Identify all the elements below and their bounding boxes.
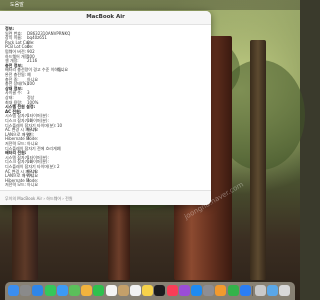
numbers-icon[interactable] [227, 285, 239, 296]
maps-icon[interactable] [69, 285, 80, 296]
report-row-value: 2116 [27, 58, 38, 64]
facetime-icon[interactable] [93, 285, 105, 296]
system-settings-icon[interactable] [203, 285, 215, 296]
menu-help[interactable]: 도움말 [10, 0, 24, 10]
report-row-value: 예 [57, 145, 61, 151]
calendar-icon[interactable] [105, 285, 117, 296]
reminders-icon[interactable] [130, 285, 141, 296]
launchpad-icon[interactable] [20, 285, 32, 296]
dock [5, 282, 295, 300]
system-report-window: MacBook Air 정보: 일련 번호: D8632310ANVPRNKQ 장치 … [0, 11, 211, 205]
trash-icon[interactable] [279, 285, 291, 296]
report-content: 정보: 일련 번호: D8632310ANVPRNKQ 장치 이름: bq40z651 P… [0, 25, 211, 189]
report-row-value: 10 [57, 122, 63, 128]
music-icon[interactable] [166, 285, 178, 296]
photos-icon[interactable] [81, 285, 93, 296]
mail-icon[interactable] [56, 285, 68, 296]
notes-icon[interactable] [142, 285, 154, 296]
tv-icon[interactable] [154, 285, 166, 296]
report-row-value: 아니요 [57, 67, 69, 73]
podcasts-icon[interactable] [178, 285, 190, 296]
pages-icon[interactable] [215, 285, 227, 296]
report-row-value: 100 [27, 81, 35, 87]
status-bar: 무이의 MacBook Air › 하드웨어 › 전원 [0, 190, 211, 205]
window-titlebar[interactable]: MacBook Air [0, 11, 211, 25]
report-row-value: 아니요 [27, 182, 39, 188]
breadcrumb: 무이의 MacBook Air › 하드웨어 › 전원 [5, 196, 73, 201]
menu-bar: 도움말 [0, 0, 300, 10]
messages-icon[interactable] [44, 285, 56, 296]
system-information-icon[interactable] [255, 285, 266, 296]
finder-icon[interactable] [8, 285, 19, 296]
app-store-icon[interactable] [191, 285, 202, 296]
window-title: MacBook Air [86, 14, 125, 20]
safari-icon[interactable] [32, 285, 44, 296]
report-row-value: 2 [57, 164, 60, 169]
dock-separator [252, 286, 253, 296]
keynote-icon[interactable] [239, 285, 251, 296]
downloads-icon[interactable] [267, 285, 279, 296]
contacts-icon[interactable] [117, 285, 129, 296]
report-row-key: 저전력 모드: [5, 182, 27, 188]
